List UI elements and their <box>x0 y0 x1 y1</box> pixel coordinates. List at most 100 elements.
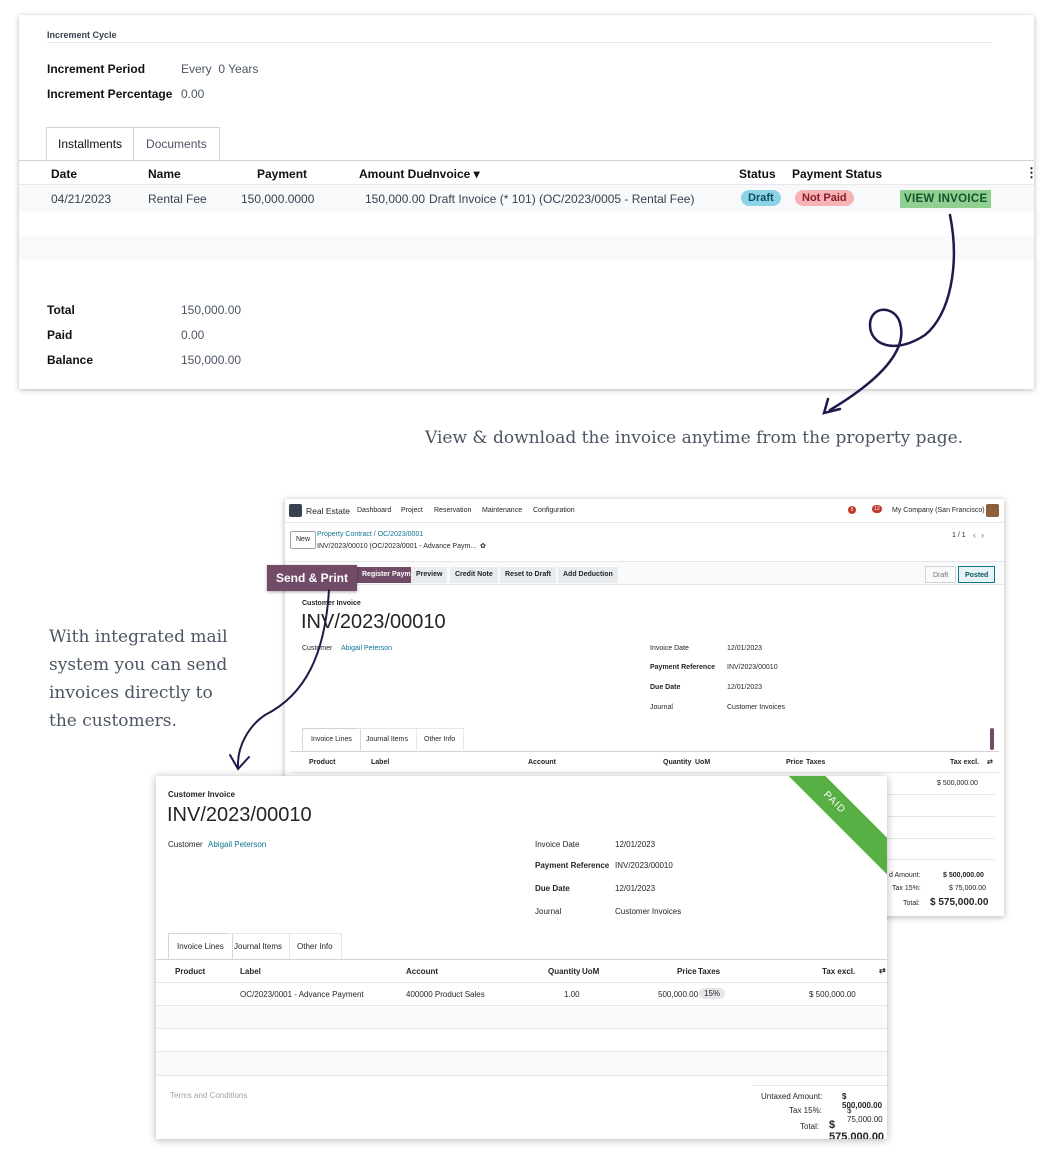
field-value[interactable]: Customer Invoices <box>615 907 681 916</box>
company-name[interactable]: My Company (San Francisco) <box>892 507 985 514</box>
app-icon[interactable] <box>289 504 302 517</box>
field-value[interactable]: 12/01/2023 <box>615 840 655 849</box>
tax-label: Tax 15%: <box>789 1106 822 1115</box>
col-uom: UoM <box>582 967 600 976</box>
settings-icon[interactable]: ⇄ <box>879 966 886 975</box>
tab-journal-items[interactable]: Journal Items <box>227 933 291 959</box>
col-payment-status[interactable]: Payment Status <box>792 167 882 181</box>
terms-placeholder[interactable]: Terms and Conditions <box>170 1091 247 1100</box>
col-invoice[interactable]: Invoice ▾ <box>429 167 480 181</box>
col-amount-due[interactable]: Amount Due <box>359 167 430 181</box>
caption-line: system you can send <box>49 655 228 675</box>
curly-arrow-icon <box>822 213 956 415</box>
paid-field: Paid 0.00 <box>47 328 204 342</box>
table-row[interactable]: OC/2023/0001 - Advance Payment 400000 Pr… <box>156 983 887 1006</box>
paid-value: 0.00 <box>181 328 205 342</box>
menu-configuration[interactable]: Configuration <box>533 507 575 514</box>
col-tax-excl: Tax excl. <box>950 759 980 766</box>
menu-maintenance[interactable]: Maintenance <box>482 507 522 514</box>
view-caption: View & download the invoice anytime from… <box>425 428 964 448</box>
field-label: Increment Percentage <box>47 87 173 101</box>
options-icon[interactable]: ⋮ <box>1025 165 1038 181</box>
customer-label: Customer <box>168 840 203 849</box>
tab-invoice-lines[interactable]: Invoice Lines <box>168 933 233 959</box>
curly-arrow-icon <box>229 589 330 771</box>
menu-project[interactable]: Project <box>401 507 423 514</box>
state-draft[interactable]: Draft <box>925 566 957 583</box>
tab-documents[interactable]: Documents <box>134 127 220 160</box>
tab-installments[interactable]: Installments <box>46 127 135 160</box>
new-button[interactable]: New <box>290 531 317 549</box>
credit-note-button[interactable]: Credit Note <box>450 567 498 583</box>
section-title: Increment Cycle <box>47 30 117 40</box>
col-label: Label <box>240 967 261 976</box>
chat-badge[interactable]: 5 <box>848 506 856 514</box>
col-payment[interactable]: Payment <box>257 167 307 181</box>
table-header: Date Name Payment Amount Due Invoice ▾ S… <box>19 160 1038 185</box>
activity-badge[interactable]: 12 <box>872 505 882 513</box>
gear-icon[interactable]: ✿ <box>480 542 486 550</box>
col-quantity: Quantity <box>663 759 692 766</box>
field-label: Journal <box>535 907 562 916</box>
divider <box>47 42 992 43</box>
invoice-preview-window: PAID Customer Invoice INV/2023/00010 Cus… <box>156 776 887 1139</box>
breadcrumb[interactable]: Property Contract / OC/2023/0001 <box>317 531 423 538</box>
settings-icon[interactable]: ⇄ <box>987 758 993 766</box>
paid-ribbon: PAID <box>757 776 887 880</box>
col-name[interactable]: Name <box>148 167 181 181</box>
col-status[interactable]: Status <box>739 167 776 181</box>
menu-dashboard[interactable]: Dashboard <box>357 507 391 514</box>
col-tax-excl: Tax excl. <box>822 967 856 976</box>
tab-other-info[interactable]: Other Info <box>416 728 465 750</box>
col-date[interactable]: Date <box>51 167 77 181</box>
field-value[interactable]: 12/01/2023 <box>615 884 655 893</box>
pager: 1 / 1 <box>952 532 966 539</box>
tab-bar: Installments Documents <box>46 127 220 160</box>
empty-row <box>156 1052 887 1076</box>
balance-field: Balance 150,000.00 <box>47 353 241 367</box>
col-quantity: Quantity <box>548 967 581 976</box>
field-label: Journal <box>650 704 673 711</box>
scrollbar[interactable] <box>990 728 994 750</box>
col-account: Account <box>406 967 438 976</box>
field-value: Every 0 Years <box>181 62 259 76</box>
balance-value: 150,000.00 <box>181 353 242 367</box>
field-value[interactable]: INV/2023/00010 <box>727 664 778 671</box>
total-value: $ 575,000.00 <box>930 897 989 908</box>
field-value[interactable]: INV/2023/00010 <box>615 861 673 870</box>
paid-label: Paid <box>47 328 73 342</box>
increment-period-field: Increment Period Every 0 Years <box>47 62 258 76</box>
pager-arrows-icon[interactable]: ‹ › <box>973 530 984 540</box>
tax-value: $ 75,000.00 <box>949 885 986 892</box>
avatar[interactable] <box>986 504 999 517</box>
tab-other-info[interactable]: Other Info <box>289 933 342 959</box>
untaxed-label: d Amount: <box>889 872 921 879</box>
col-taxes: Taxes <box>698 967 721 976</box>
col-taxes: Taxes <box>806 759 826 766</box>
app-title[interactable]: Real Estate <box>306 506 350 516</box>
cell-amount-due: 150,000.00 <box>365 192 426 206</box>
preview-button[interactable]: Preview <box>411 567 448 583</box>
reset-to-draft-button[interactable]: Reset to Draft <box>500 567 556 583</box>
lines-header: Product Label Account Quantity UoM Price… <box>156 959 887 983</box>
menu-reservation[interactable]: Reservation <box>434 507 471 514</box>
caption-line: invoices directly to <box>49 683 213 703</box>
lines-header: Product Label Account Quantity UoM Price… <box>290 751 999 773</box>
state-posted[interactable]: Posted <box>958 566 996 583</box>
cell-account: 400000 Product Sales <box>406 990 485 999</box>
cell-tax-excl: $ 500,000.00 <box>809 990 856 999</box>
record-name: INV/2023/00010 (OC/2023/0001 - Advance P… <box>317 543 477 550</box>
field-value[interactable]: 12/01/2023 <box>727 684 762 691</box>
add-deduction-button[interactable]: Add Deduction <box>558 567 618 583</box>
total-label: Total: <box>800 1122 820 1131</box>
customer-link[interactable]: Abigail Peterson <box>208 840 266 849</box>
field-value[interactable]: Customer Invoices <box>727 704 785 711</box>
empty-row <box>156 1029 887 1052</box>
field-label: Due Date <box>535 884 570 893</box>
field-value[interactable]: 12/01/2023 <box>727 645 762 652</box>
caption-line: the customers. <box>49 711 177 731</box>
payment-status-badge: Not Paid <box>795 190 854 206</box>
field-label: Invoice Date <box>650 645 689 652</box>
tab-journal-items[interactable]: Journal Items <box>358 728 418 750</box>
customer-link[interactable]: Abigail Peterson <box>341 645 392 652</box>
